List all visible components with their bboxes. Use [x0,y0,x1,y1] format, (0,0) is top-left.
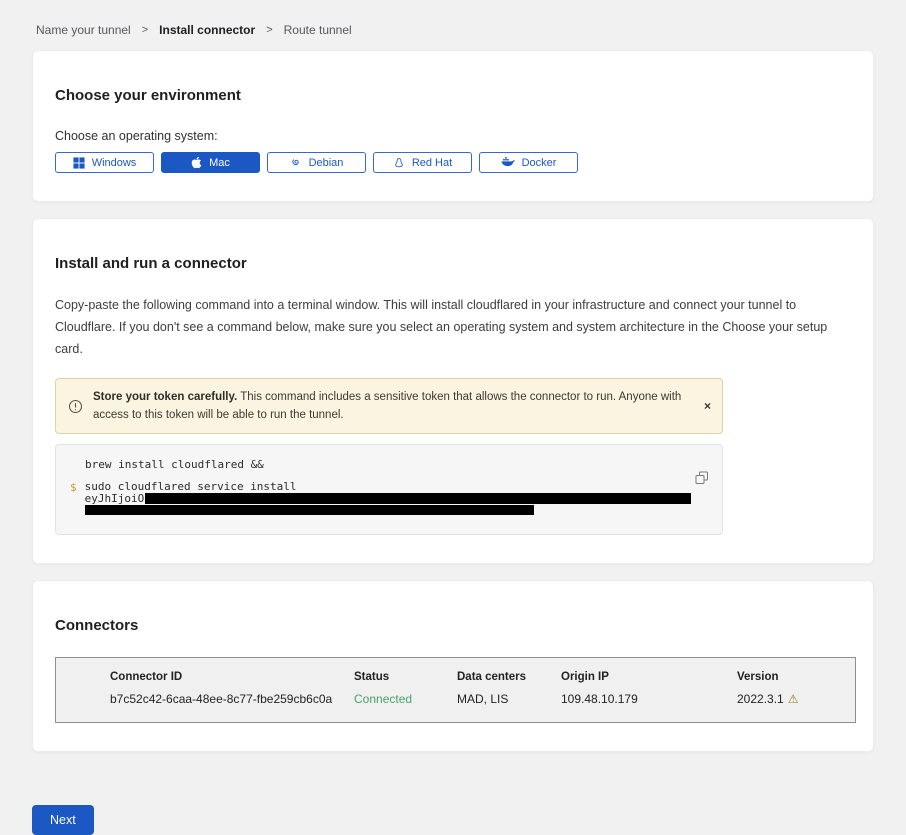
token-prefix: eyJhIjoiO [85,492,145,505]
breadcrumb-separator: > [142,24,148,36]
breadcrumb-separator: > [266,24,272,36]
next-button[interactable]: Next [32,805,94,835]
os-button-mac[interactable]: Mac [161,152,260,173]
copy-icon[interactable] [695,471,709,485]
connector-id-value: b7c52c42-6caa-48ee-8c77-fbe259cb6c0a [110,692,354,706]
os-button-label: Windows [92,157,137,169]
token-warning-banner: Store your token carefully. This command… [55,378,723,435]
column-header-data-centers: Data centers [457,671,561,683]
os-button-label: Red Hat [412,157,452,169]
os-button-label: Docker [522,157,557,169]
docker-icon [501,157,515,168]
breadcrumb: Name your tunnel > Install connector > R… [32,0,874,50]
redaction-bar [85,505,534,515]
os-button-docker[interactable]: Docker [479,152,578,173]
connectors-card-title: Connectors [55,617,851,634]
breadcrumb-step-install-connector[interactable]: Install connector [159,23,255,37]
code-line-install: sudo cloudflared service install [85,481,692,493]
column-header-status: Status [354,671,457,683]
command-text: sudo cloudflared service install eyJhIjo… [85,481,692,518]
shell-prompt: $ [70,481,77,518]
origin-ip-value: 109.48.10.179 [561,692,737,706]
warning-triangle-icon: ⚠ [788,693,799,705]
breadcrumb-step-route-tunnel[interactable]: Route tunnel [284,23,352,37]
connectors-table: Connector ID Status Data centers Origin … [55,657,856,723]
code-line-brew: brew install cloudflared && [85,458,708,471]
os-button-debian[interactable]: Debian [267,152,366,173]
os-button-label: Mac [209,157,230,169]
breadcrumb-step-name-your-tunnel[interactable]: Name your tunnel [36,23,131,37]
environment-card: Choose your environment Choose an operat… [32,50,874,202]
data-centers-value: MAD, LIS [457,692,561,706]
tunnel-setup-page: Name your tunnel > Install connector > R… [0,0,906,835]
code-prompt-line: $ sudo cloudflared service install eyJhI… [70,481,708,518]
close-icon[interactable]: × [704,399,711,413]
connectors-card: Connectors Connector ID Status Data cent… [32,580,874,752]
version-value: 2022.3.1 [737,692,784,706]
version-cell: 2022.3.1 ⚠ [737,692,855,706]
install-command-code-block: brew install cloudflared && $ sudo cloud… [55,444,723,535]
column-header-version: Version [737,671,855,683]
token-warning-bold: Store your token carefully. [93,391,237,403]
status-badge: Connected [354,692,457,706]
os-button-redhat[interactable]: Red Hat [373,152,472,173]
install-card-title: Install and run a connector [55,255,851,272]
redaction-bar [145,493,691,504]
os-button-label: Debian [309,157,344,169]
windows-icon [73,157,85,169]
install-description: Copy-paste the following command into a … [55,295,851,361]
debian-icon [290,157,302,169]
install-card: Install and run a connector Copy-paste t… [32,218,874,564]
token-line: eyJhIjoiO [85,493,692,505]
redhat-icon [393,157,405,169]
column-header-origin-ip: Origin IP [561,671,737,683]
environment-card-title: Choose your environment [55,87,851,104]
os-button-row: Windows Mac Debian Red Hat [55,152,851,173]
apple-icon [191,156,202,169]
os-button-windows[interactable]: Windows [55,152,154,173]
alert-circle-icon [68,399,83,414]
column-header-connector-id: Connector ID [110,671,354,683]
os-label: Choose an operating system: [55,129,851,143]
token-warning-text: Store your token carefully. This command… [93,388,688,425]
